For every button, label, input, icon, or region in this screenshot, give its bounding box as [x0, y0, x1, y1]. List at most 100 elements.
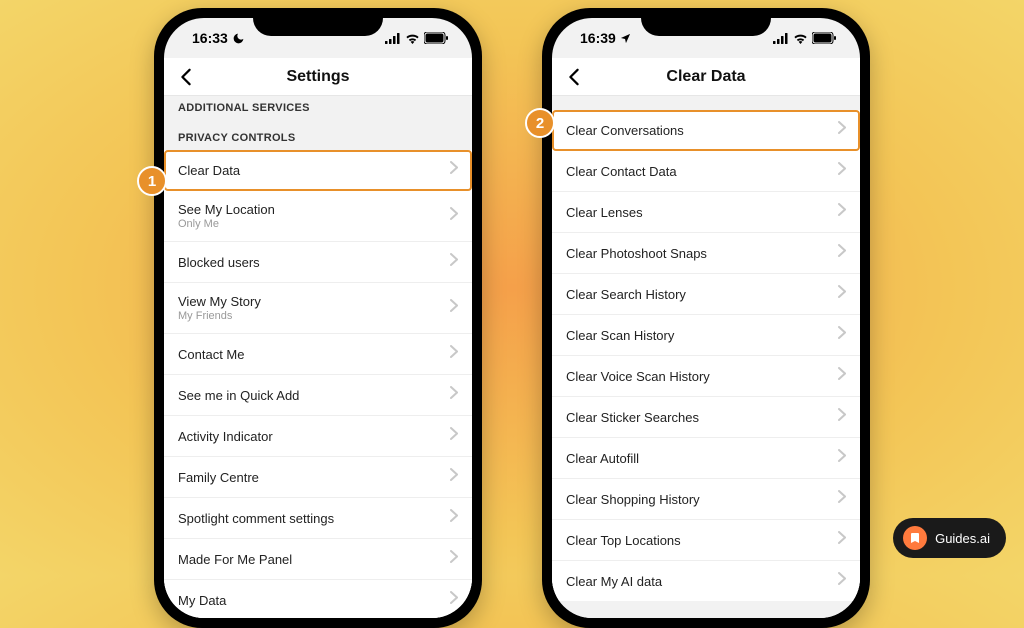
row-label: Spotlight comment settings	[178, 511, 334, 526]
chevron-right-icon	[838, 490, 846, 508]
row-clear-photoshoot[interactable]: Clear Photoshoot Snaps	[552, 233, 860, 274]
content-area: ADDITIONAL SERVICES PRIVACY CONTROLS Cle…	[164, 96, 472, 618]
row-label: Clear Lenses	[566, 205, 643, 220]
row-clear-locations[interactable]: Clear Top Locations	[552, 520, 860, 561]
row-contact-me[interactable]: Contact Me	[164, 334, 472, 375]
chevron-right-icon	[838, 121, 846, 139]
row-label: Clear Top Locations	[566, 533, 681, 548]
row-label: Clear Sticker Searches	[566, 410, 699, 425]
row-made-for-me[interactable]: Made For Me Panel	[164, 539, 472, 580]
row-label: Clear Photoshoot Snaps	[566, 246, 707, 261]
row-label: Made For Me Panel	[178, 552, 292, 567]
notch	[253, 8, 383, 36]
page-title: Clear Data	[666, 68, 745, 86]
page-title: Settings	[286, 68, 349, 86]
row-label: Clear Scan History	[566, 328, 674, 343]
chevron-right-icon	[838, 449, 846, 467]
phone-mockup-right: 2 16:39	[542, 8, 870, 628]
row-label: Blocked users	[178, 255, 260, 270]
phone-screen: 16:39	[552, 18, 860, 618]
section-header-privacy: PRIVACY CONTROLS	[164, 120, 472, 150]
row-label: Clear Contact Data	[566, 164, 677, 179]
status-time: 16:33	[192, 30, 228, 46]
row-label: Clear Search History	[566, 287, 686, 302]
chevron-right-icon	[838, 203, 846, 221]
row-clear-ai-data[interactable]: Clear My AI data	[552, 561, 860, 601]
chevron-right-icon	[838, 572, 846, 590]
row-clear-data[interactable]: Clear Data	[164, 150, 472, 191]
row-clear-shopping[interactable]: Clear Shopping History	[552, 479, 860, 520]
chevron-right-icon	[450, 468, 458, 486]
chevron-right-icon	[450, 509, 458, 527]
chevron-right-icon	[450, 345, 458, 363]
row-clear-sticker[interactable]: Clear Sticker Searches	[552, 397, 860, 438]
row-label: Family Centre	[178, 470, 259, 485]
row-family-centre[interactable]: Family Centre	[164, 457, 472, 498]
row-label: Contact Me	[178, 347, 244, 362]
chevron-right-icon	[838, 367, 846, 385]
watermark-text: Guides.ai	[935, 531, 990, 546]
chevron-right-icon	[838, 408, 846, 426]
row-label: Clear Shopping History	[566, 492, 700, 507]
back-button[interactable]	[562, 65, 586, 89]
chevron-right-icon	[838, 162, 846, 180]
chevron-right-icon	[450, 550, 458, 568]
step-badge-1: 1	[137, 166, 167, 196]
row-spotlight-comments[interactable]: Spotlight comment settings	[164, 498, 472, 539]
chevron-right-icon	[450, 591, 458, 609]
chevron-right-icon	[838, 531, 846, 549]
bookmark-icon	[903, 526, 927, 550]
moon-icon	[232, 32, 245, 45]
row-clear-search[interactable]: Clear Search History	[552, 274, 860, 315]
row-clear-scan[interactable]: Clear Scan History	[552, 315, 860, 356]
wifi-icon	[405, 33, 420, 44]
nav-bar: Clear Data	[552, 58, 860, 96]
row-quick-add[interactable]: See me in Quick Add	[164, 375, 472, 416]
chevron-right-icon	[450, 299, 458, 317]
chevron-right-icon	[450, 427, 458, 445]
back-button[interactable]	[174, 65, 198, 89]
phone-mockup-left: 1 16:33	[154, 8, 482, 628]
row-activity-indicator[interactable]: Activity Indicator	[164, 416, 472, 457]
row-label: Activity Indicator	[178, 429, 273, 444]
watermark-badge: Guides.ai	[893, 518, 1006, 558]
row-sublabel: Only Me	[178, 218, 275, 230]
signal-icon	[385, 33, 401, 44]
row-label: Clear Voice Scan History	[566, 369, 710, 384]
row-label: My Data	[178, 593, 226, 608]
notch	[641, 8, 771, 36]
row-clear-conversations[interactable]: Clear Conversations	[552, 110, 860, 151]
row-clear-voice-scan[interactable]: Clear Voice Scan History	[552, 356, 860, 397]
section-header-additional: ADDITIONAL SERVICES	[164, 96, 472, 120]
row-my-data[interactable]: My Data	[164, 580, 472, 618]
content-area: Clear Conversations Clear Contact Data C…	[552, 96, 860, 618]
row-label: Clear Data	[178, 163, 240, 178]
row-blocked-users[interactable]: Blocked users	[164, 242, 472, 283]
privacy-list: Clear Data See My LocationOnly Me Blocke…	[164, 150, 472, 618]
row-label: See me in Quick Add	[178, 388, 299, 403]
row-view-my-story[interactable]: View My StoryMy Friends	[164, 283, 472, 334]
row-label: Clear Autofill	[566, 451, 639, 466]
clear-data-list: Clear Conversations Clear Contact Data C…	[552, 110, 860, 601]
row-clear-contact-data[interactable]: Clear Contact Data	[552, 151, 860, 192]
chevron-right-icon	[450, 253, 458, 271]
location-icon	[620, 33, 631, 44]
chevron-right-icon	[838, 244, 846, 262]
chevron-right-icon	[450, 161, 458, 179]
chevron-right-icon	[450, 386, 458, 404]
row-label: View My Story	[178, 294, 261, 309]
chevron-right-icon	[838, 326, 846, 344]
signal-icon	[773, 33, 789, 44]
row-sublabel: My Friends	[178, 310, 261, 322]
row-see-my-location[interactable]: See My LocationOnly Me	[164, 191, 472, 242]
row-clear-lenses[interactable]: Clear Lenses	[552, 192, 860, 233]
row-label: See My Location	[178, 202, 275, 217]
row-clear-autofill[interactable]: Clear Autofill	[552, 438, 860, 479]
phone-screen: 16:33	[164, 18, 472, 618]
chevron-right-icon	[838, 285, 846, 303]
status-time: 16:39	[580, 30, 616, 46]
battery-icon	[812, 32, 836, 44]
battery-icon	[424, 32, 448, 44]
row-label: Clear Conversations	[566, 123, 684, 138]
step-badge-2: 2	[525, 108, 555, 138]
